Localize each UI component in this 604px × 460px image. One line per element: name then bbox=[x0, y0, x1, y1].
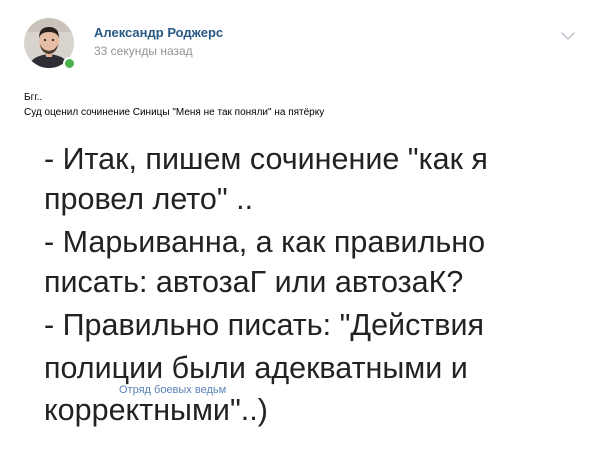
meme-text-line: - Итак, пишем сочинение "как я bbox=[44, 142, 488, 176]
post-image[interactable]: - Итак, пишем сочинение "как я провел ле… bbox=[22, 128, 594, 460]
post-text-line: Бгг.. bbox=[24, 92, 43, 103]
meme-text-line: - Правильно писать: "Действия bbox=[44, 308, 485, 342]
post-text-line: Суд оценил сочинение Синицы "Меня не так… bbox=[24, 107, 325, 118]
online-status-icon bbox=[63, 57, 76, 70]
meme-text-line: провел лето" .. bbox=[44, 182, 254, 216]
wall-post: Александр Роджерс 33 секунды назад Бгг..… bbox=[0, 0, 604, 460]
meme-text-line: полиции были адекватными и bbox=[44, 351, 468, 385]
meme-text-line: писать: автозаГ или автозаК? bbox=[44, 265, 464, 299]
meme-text-line: - Марьиванна, а как правильно bbox=[44, 225, 486, 259]
author-name-link[interactable]: Александр Роджерс bbox=[94, 25, 223, 40]
chevron-down-icon[interactable] bbox=[560, 30, 576, 42]
post-timestamp[interactable]: 33 секунды назад bbox=[94, 44, 193, 58]
meme-text-line: корректными"..) bbox=[44, 393, 268, 427]
